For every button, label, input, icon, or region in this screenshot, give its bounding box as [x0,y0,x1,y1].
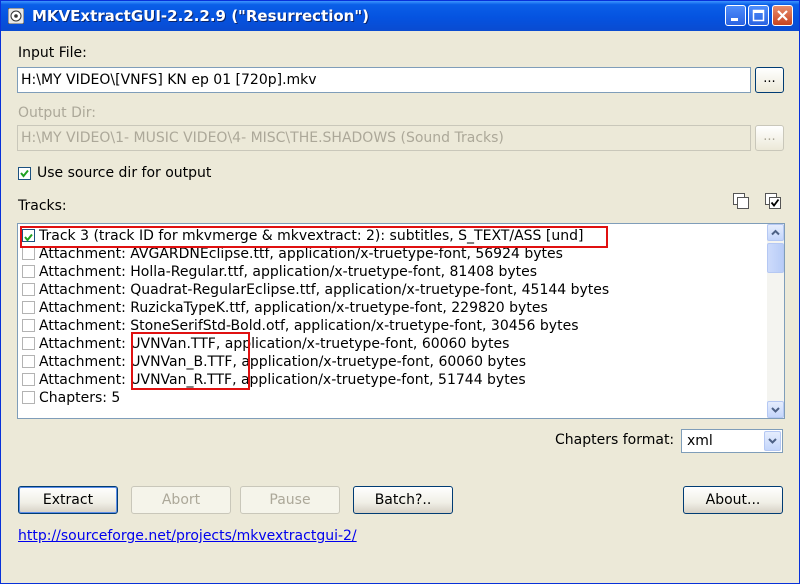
app-window: MKVExtractGUI-2.2.2.9 ("Resurrection") I… [0,0,800,584]
track-checkbox[interactable] [22,246,35,260]
chapters-format-value: xml [687,433,713,449]
track-label: Attachment: UVNVan_R.TTF, application/x-… [39,372,526,388]
output-dir-field[interactable]: H:\MY VIDEO\1- MUSIC VIDEO\4- MISC\THE.S… [17,125,751,151]
chapters-format-dropdown-button[interactable] [764,431,781,451]
use-source-dir-label[interactable]: Use source dir for output [37,165,211,181]
track-list-item[interactable]: Attachment: UVNVan.TTF, application/x-tr… [22,335,509,353]
track-checkbox[interactable] [22,318,35,332]
minimize-button[interactable] [725,5,746,26]
about-button[interactable]: About... [683,486,783,514]
track-label: Chapters: 5 [39,390,121,406]
track-checkbox[interactable] [22,390,35,404]
client-area: Input File: H:\MY VIDEO\[VNFS] KN ep 01 … [1,31,799,583]
track-checkbox[interactable] [22,228,35,242]
track-checkbox[interactable] [22,336,35,350]
window-title: MKVExtractGUI-2.2.2.9 ("Resurrection") [32,7,370,25]
tracks-label: Tracks: [18,198,67,214]
chevron-down-icon [768,438,777,444]
track-list-item[interactable]: Track 3 (track ID for mkvmerge & mkvextr… [22,227,583,245]
output-browse-button[interactable]: ... [755,125,784,151]
track-list-item[interactable]: Attachment: Holla-Regular.ttf, applicati… [22,263,537,281]
input-file-label: Input File: [18,45,87,61]
track-label: Attachment: UVNVan_B.TTF, application/x-… [39,354,526,370]
extract-button[interactable]: Extract [18,486,118,514]
deselect-all-icon[interactable] [731,191,751,211]
track-list-item[interactable]: Attachment: StoneSerifStd-Bold.otf, appl… [22,317,579,335]
track-list-item[interactable]: Attachment: RuzickaTypeK.ttf, applicatio… [22,299,548,317]
scroll-thumb[interactable] [767,243,784,273]
input-file-field[interactable]: H:\MY VIDEO\[VNFS] KN ep 01 [720p].mkv [17,67,751,93]
pause-button[interactable]: Pause [240,486,340,514]
track-list-item[interactable]: Attachment: AVGARDNEclipse.ttf, applicat… [22,245,563,263]
close-icon [777,10,788,21]
input-browse-button[interactable]: ... [755,67,784,93]
scroll-up-button[interactable] [767,224,784,241]
track-checkbox[interactable] [22,264,35,278]
track-label: Attachment: Holla-Regular.ttf, applicati… [39,264,538,280]
track-label: Track 3 (track ID for mkvmerge & mkvextr… [39,228,584,244]
select-all-icon[interactable] [763,191,783,211]
batch-button[interactable]: Batch?.. [353,486,453,514]
chevron-down-icon [771,407,780,413]
close-button[interactable] [772,5,793,26]
maximize-icon [752,9,765,22]
maximize-button[interactable] [748,5,769,26]
chapters-format-label: Chapters format: [555,432,675,448]
abort-button[interactable]: Abort [131,486,231,514]
track-label: Attachment: AVGARDNEclipse.ttf, applicat… [39,246,563,262]
track-label: Attachment: UVNVan.TTF, application/x-tr… [39,336,510,352]
track-checkbox[interactable] [22,300,35,314]
project-link[interactable]: http://sourceforge.net/projects/mkvextra… [18,528,357,544]
checkmark-icon [24,233,33,242]
track-list-item[interactable]: Attachment: UVNVan_R.TTF, application/x-… [22,371,526,389]
tracks-scrollbar[interactable] [767,224,784,418]
track-checkbox[interactable] [22,372,35,386]
minimize-icon [731,18,738,21]
app-icon[interactable] [8,8,24,24]
track-label: Attachment: StoneSerifStd-Bold.otf, appl… [39,318,579,334]
track-list-item[interactable]: Attachment: UVNVan_B.TTF, application/x-… [22,353,526,371]
track-label: Attachment: RuzickaTypeK.ttf, applicatio… [39,300,548,316]
track-checkbox[interactable] [22,354,35,368]
chevron-up-icon [771,229,780,236]
track-list-item[interactable]: Attachment: Quadrat-RegularEclipse.ttf, … [22,281,609,299]
track-label: Attachment: Quadrat-RegularEclipse.ttf, … [39,282,610,298]
track-list-item[interactable]: Chapters: 5 [22,389,120,407]
track-checkbox[interactable] [22,282,35,296]
title-bar[interactable]: MKVExtractGUI-2.2.2.9 ("Resurrection") [1,1,799,31]
tracks-list[interactable]: Track 3 (track ID for mkvmerge & mkvextr… [17,223,785,419]
scroll-down-button[interactable] [767,401,784,418]
output-dir-label: Output Dir: [18,105,96,121]
checkmark-icon [20,169,29,178]
use-source-dir-checkbox[interactable] [18,167,31,180]
chapters-format-select[interactable]: xml [681,429,783,453]
